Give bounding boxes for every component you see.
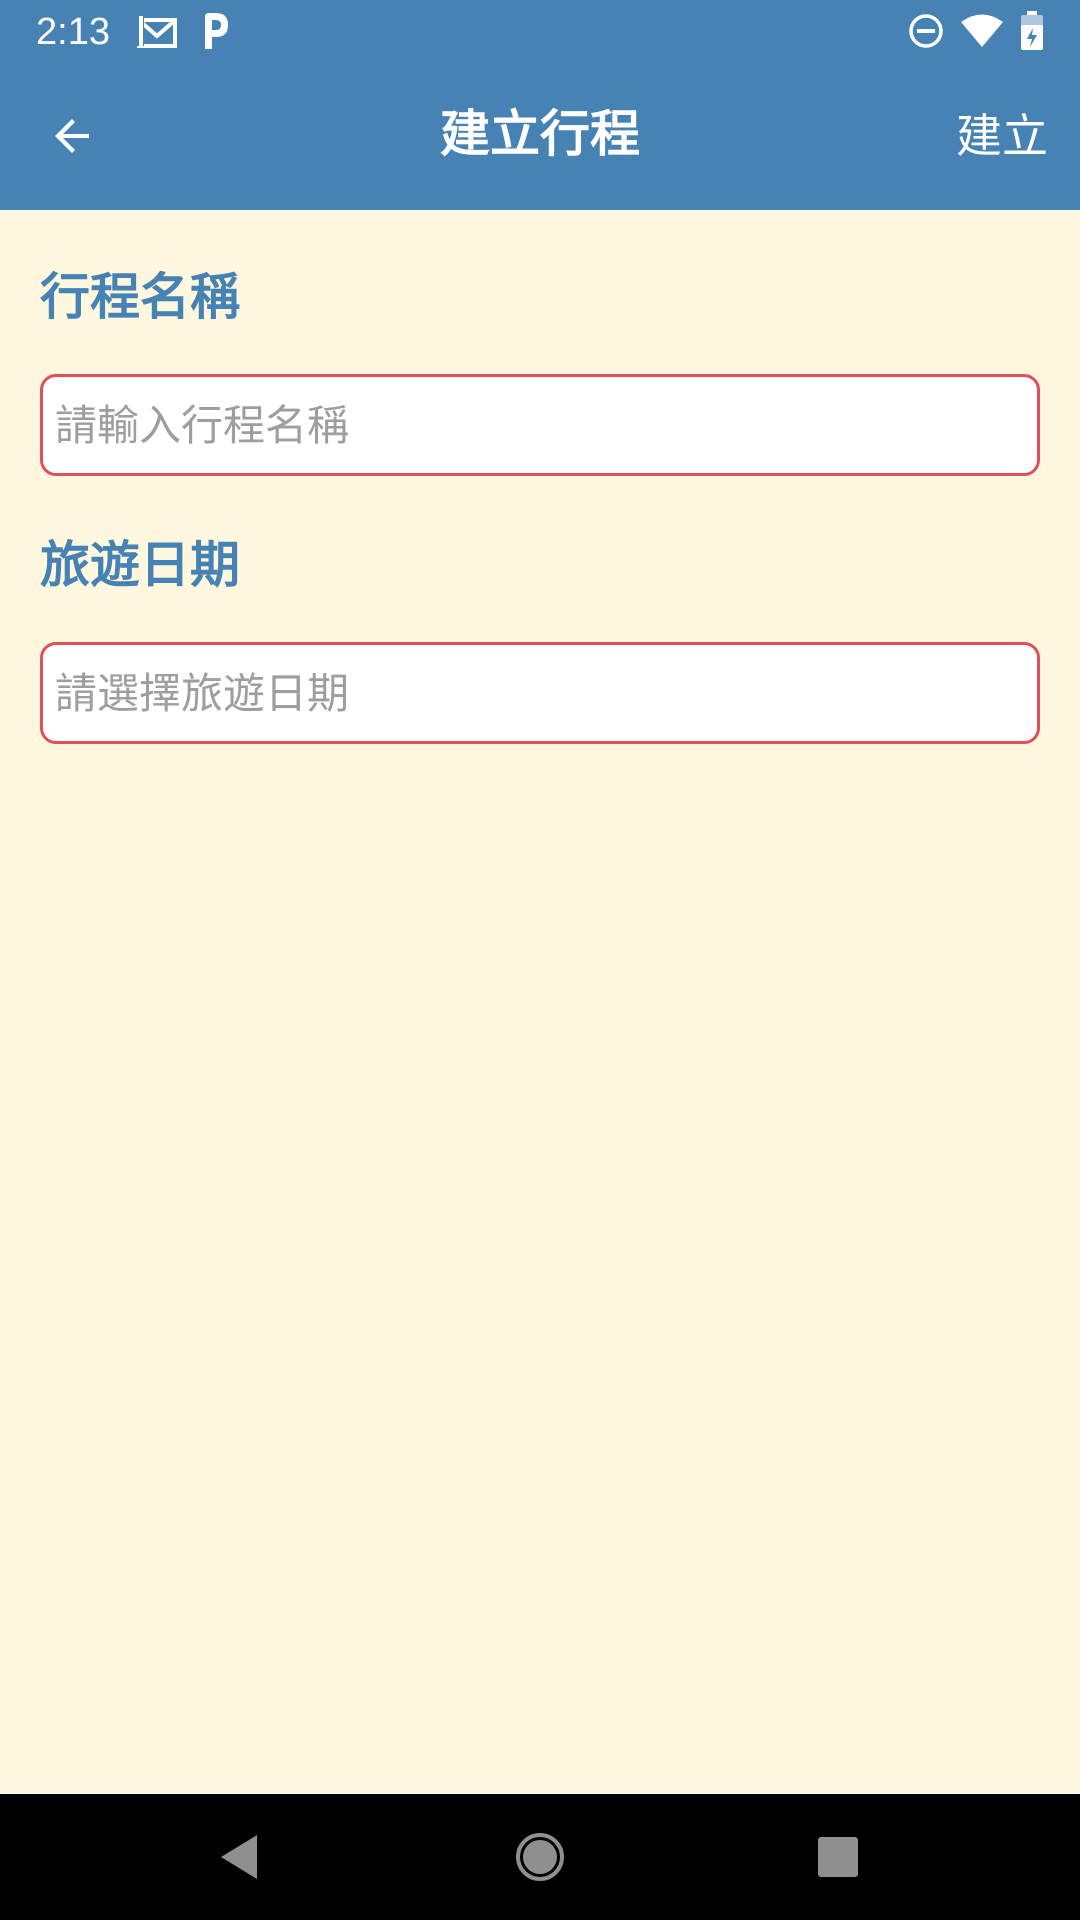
status-bar: 2:13 [0,0,1080,63]
arrow-back-icon [49,112,97,164]
app-bar: 建立行程 建立 [0,63,1080,210]
navigation-bar [0,1794,1080,1920]
back-button[interactable] [38,103,108,173]
recents-square-icon [816,1835,860,1883]
nav-home-button[interactable] [495,1814,585,1904]
gmail-icon [136,12,178,54]
parking-icon [200,11,230,55]
status-time: 2:13 [36,11,110,53]
nav-back-button[interactable] [194,1814,284,1904]
home-circle-icon [514,1831,566,1887]
travel-date-input[interactable] [40,642,1040,744]
page-title: 建立行程 [440,105,640,163]
wifi-icon [960,14,1004,52]
trip-name-label: 行程名稱 [40,268,240,326]
battery-icon [1020,11,1044,55]
dnd-icon [908,13,944,53]
trip-name-input[interactable] [40,374,1040,476]
create-button[interactable]: 建立 [956,101,1048,171]
back-triangle-icon [217,1833,261,1885]
travel-date-label: 旅遊日期 [40,536,240,594]
nav-recents-button[interactable] [793,1814,883,1904]
